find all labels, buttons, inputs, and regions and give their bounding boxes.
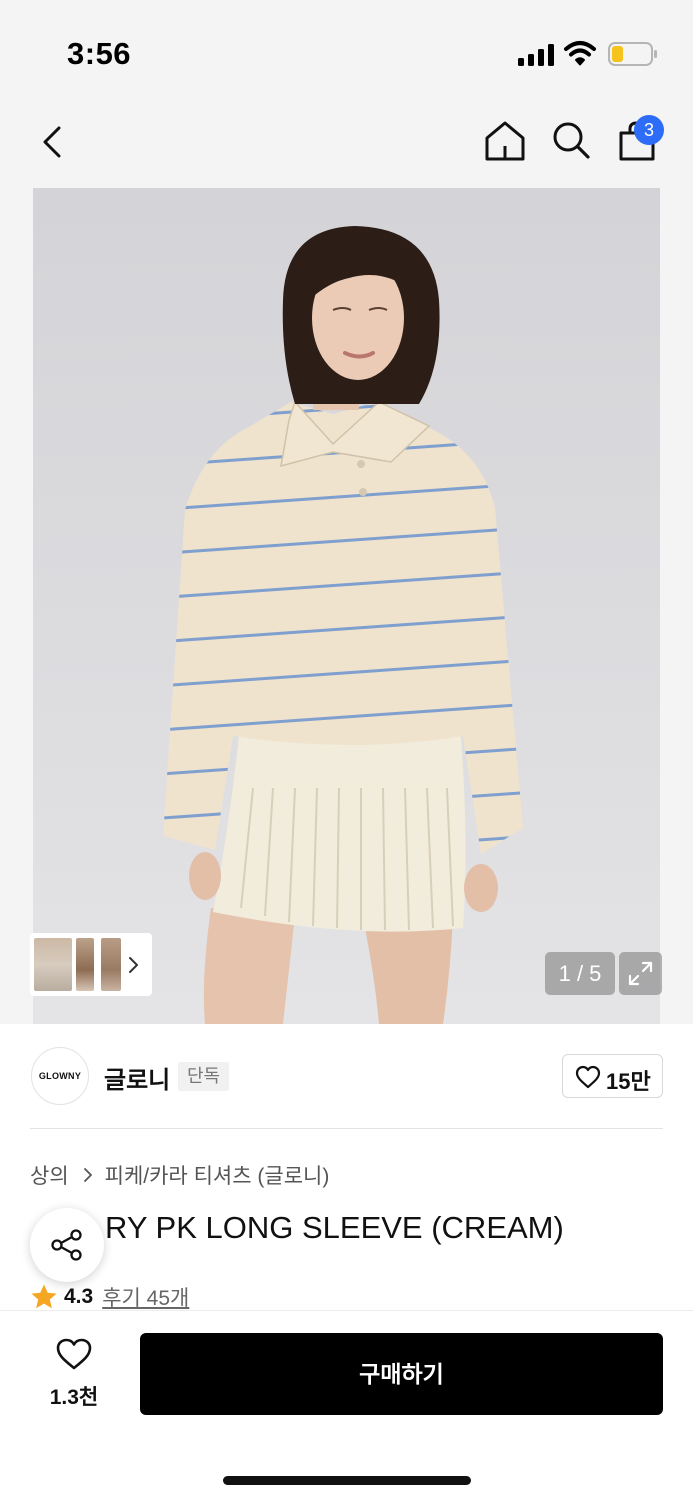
chevron-left-icon[interactable]	[36, 122, 70, 162]
buy-button[interactable]: 구매하기	[140, 1333, 663, 1415]
cellular-signal-icon	[518, 44, 554, 66]
product-image[interactable]	[33, 188, 660, 1024]
chevron-right-icon	[83, 1168, 92, 1182]
wifi-icon	[564, 41, 596, 66]
share-icon	[51, 1229, 82, 1261]
thumbnail-image[interactable]	[101, 938, 121, 991]
share-button[interactable]	[30, 1208, 104, 1282]
cart-count-badge: 3	[634, 115, 664, 145]
product-title-text: RY PK LONG SLEEVE (CREAM)	[105, 1210, 564, 1245]
exclusive-badge: 단독	[178, 1062, 230, 1091]
brand-like-button[interactable]: 15만	[562, 1054, 663, 1098]
chevron-right-icon[interactable]	[125, 955, 141, 975]
brand-name[interactable]: 글로니	[104, 1060, 170, 1095]
home-indicator[interactable]	[223, 1476, 471, 1485]
navigation-bar	[0, 100, 693, 188]
status-time: 3:56	[67, 36, 132, 71]
image-counter: 1 / 5	[545, 952, 615, 995]
heart-outline-icon	[56, 1338, 92, 1370]
section-divider	[30, 1128, 663, 1129]
breadcrumb-category[interactable]: 상의	[30, 1160, 69, 1190]
expand-button[interactable]	[619, 952, 662, 995]
heart-outline-icon	[575, 1065, 601, 1089]
rating-value: 4.3	[64, 1285, 94, 1308]
breadcrumb-subcategory[interactable]: 피케/카라 티셔츠 (글로니)	[105, 1160, 330, 1190]
wishlist-button[interactable]: 1.3천	[40, 1333, 108, 1413]
reviews-link[interactable]: 후기 45개	[102, 1282, 189, 1312]
battery-low-icon	[608, 42, 657, 66]
status-bar: 3:56	[0, 0, 693, 100]
thumbnail-image[interactable]	[76, 938, 94, 991]
brand-logo[interactable]: GLOWNY	[31, 1047, 89, 1105]
thumbnail-image[interactable]	[34, 938, 72, 991]
product-photo-illustration	[163, 226, 523, 1024]
search-icon[interactable]	[551, 120, 591, 160]
star-icon	[31, 1284, 57, 1309]
breadcrumb: 상의 피케/카라 티셔츠 (글로니)	[30, 1160, 329, 1190]
wishlist-count: 1.3천	[49, 1386, 99, 1409]
expand-icon	[628, 961, 653, 986]
home-icon[interactable]	[484, 120, 526, 162]
brand-like-count: 15만	[606, 1069, 651, 1094]
product-title: RY PK LONG SLEEVE (CREAM)	[30, 1210, 564, 1246]
rating-row: 4.3 후기 45개	[30, 1282, 189, 1312]
